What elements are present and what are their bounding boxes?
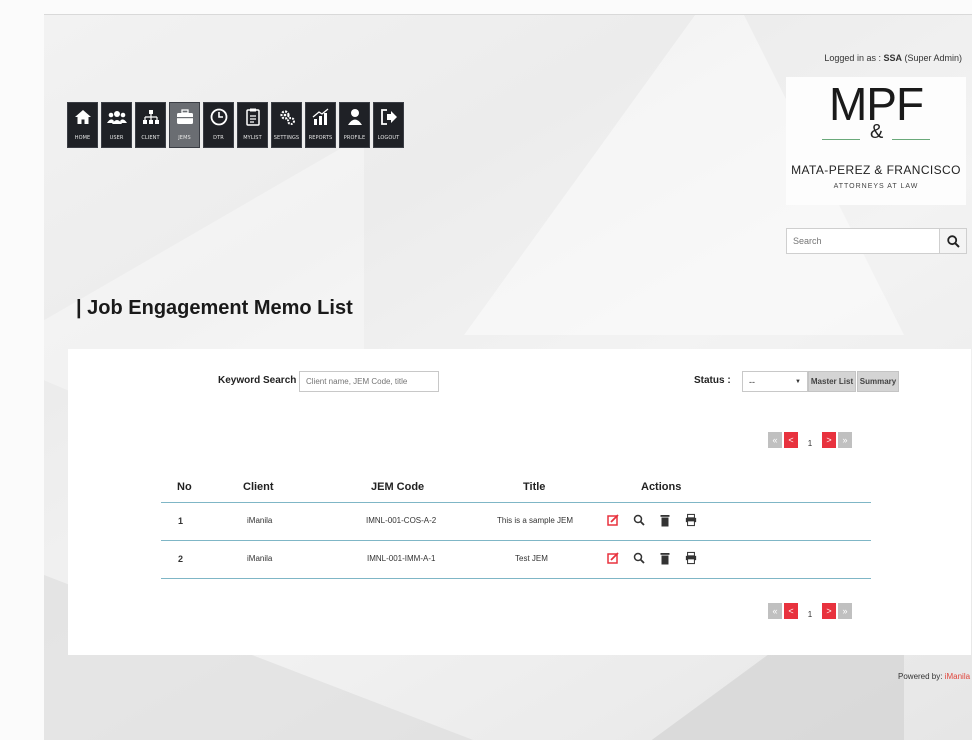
clipboard-icon	[237, 103, 268, 131]
nav-item-home[interactable]: HOME	[67, 102, 98, 148]
nav-item-user[interactable]: USER	[101, 102, 132, 148]
home-icon	[67, 103, 98, 131]
row-no: 1	[178, 516, 184, 526]
briefcase-icon	[169, 103, 200, 131]
prev-page-button[interactable]: <	[784, 603, 798, 619]
logged-role: (Super Admin)	[901, 53, 962, 63]
last-page-button[interactable]: »	[838, 432, 852, 448]
first-page-button[interactable]: «	[768, 432, 782, 448]
row-actions	[607, 551, 697, 565]
summary-button[interactable]: Summary	[857, 371, 899, 392]
main-nav: HOME USER CLIENT JEMS DTR MYLIST SETTING…	[67, 102, 404, 148]
nav-label: SETTINGS	[273, 135, 300, 141]
nav-label: PROFILE	[343, 135, 366, 141]
jem-table: No Client JEM Code Title Actions 1 iMani…	[161, 477, 871, 579]
bar-chart-icon	[305, 103, 336, 131]
prev-page-button[interactable]: <	[784, 432, 798, 448]
nav-item-dtr[interactable]: DTR	[203, 102, 234, 148]
table-row: 1 iManila IMNL-001-COS-A-2 This is a sam…	[161, 503, 871, 541]
next-page-button[interactable]: >	[822, 603, 836, 619]
logo-tagline: ATTORNEYS AT LAW	[833, 183, 919, 190]
firm-logo: MPF & MATA-PEREZ & FRANCISCO ATTORNEYS A…	[786, 77, 966, 205]
status-label: Status :	[694, 375, 731, 386]
nav-item-jems[interactable]: JEMS	[169, 102, 200, 148]
nav-label: CLIENT	[141, 135, 160, 141]
page-title: | Job Engagement Memo List	[76, 297, 353, 319]
pagination-top: « < 1 > »	[768, 432, 854, 448]
last-page-button[interactable]: »	[838, 603, 852, 619]
first-page-button[interactable]: «	[768, 603, 782, 619]
col-jem-code: JEM Code	[371, 481, 425, 493]
col-no: No	[177, 481, 192, 493]
powered-brand-link[interactable]: iManila	[945, 672, 970, 681]
current-page[interactable]: 1	[800, 604, 820, 619]
keyword-search-input[interactable]	[299, 371, 439, 392]
keyword-search-label: Keyword Search :	[218, 375, 303, 386]
master-list-button[interactable]: Master List	[808, 371, 856, 392]
logo-ampersand: &	[870, 121, 884, 143]
search-input[interactable]	[787, 229, 933, 253]
view-icon[interactable]	[633, 513, 645, 527]
logged-user: SSA	[883, 53, 902, 63]
users-icon	[101, 103, 132, 131]
pagination-bottom: « < 1 > »	[768, 603, 854, 619]
edit-icon[interactable]	[607, 513, 619, 527]
delete-icon[interactable]	[659, 551, 671, 565]
nav-label: MYLIST	[243, 135, 262, 141]
row-title: Test JEM	[515, 554, 548, 563]
row-client: iManila	[247, 516, 273, 525]
gears-icon	[271, 103, 302, 131]
nav-label: JEMS	[178, 135, 191, 141]
row-no: 2	[178, 554, 184, 564]
col-client: Client	[243, 481, 274, 493]
nav-label: REPORTS	[308, 135, 333, 141]
status-value: --	[749, 376, 755, 387]
logout-icon	[373, 103, 404, 131]
row-jem-code: IMNL-001-IMM-A-1	[367, 554, 436, 563]
table-header: No Client JEM Code Title Actions	[161, 477, 871, 503]
row-actions	[607, 513, 697, 527]
clock-icon	[203, 103, 234, 131]
logged-in-info: Logged in as : SSA (Super Admin)	[824, 53, 962, 63]
row-title: This is a sample JEM	[497, 516, 574, 525]
jem-list-panel: Keyword Search : Status : -- ▼ Master Li…	[68, 349, 971, 655]
nav-item-profile[interactable]: PROFILE	[339, 102, 370, 148]
col-title: Title	[523, 481, 546, 493]
nav-item-settings[interactable]: SETTINGS	[271, 102, 302, 148]
row-client: iManila	[247, 554, 273, 563]
nav-label: HOME	[74, 135, 91, 141]
dropdown-arrow-icon: ▼	[795, 378, 801, 385]
view-icon[interactable]	[633, 551, 645, 565]
nav-label: DTR	[213, 135, 224, 141]
status-select[interactable]: -- ▼	[742, 371, 808, 392]
current-page[interactable]: 1	[800, 433, 820, 448]
nav-label: USER	[109, 135, 124, 141]
nav-label: LOGOUT	[377, 135, 400, 141]
row-jem-code: IMNL-001-COS-A-2	[366, 516, 437, 525]
search-icon	[946, 234, 960, 248]
search-button[interactable]	[939, 229, 966, 253]
logo-firm-name: MATA-PEREZ & FRANCISCO	[791, 163, 961, 177]
org-chart-icon	[135, 103, 166, 131]
nav-item-reports[interactable]: REPORTS	[305, 102, 336, 148]
nav-item-client[interactable]: CLIENT	[135, 102, 166, 148]
global-search	[786, 228, 967, 254]
powered-prefix: Powered by:	[898, 672, 945, 681]
delete-icon[interactable]	[659, 513, 671, 527]
person-icon	[339, 103, 370, 131]
powered-by: Powered by: iManila	[898, 672, 970, 681]
logged-prefix: Logged in as :	[824, 53, 884, 63]
edit-icon[interactable]	[607, 551, 619, 565]
col-actions: Actions	[641, 481, 682, 493]
next-page-button[interactable]: >	[822, 432, 836, 448]
table-row: 2 iManila IMNL-001-IMM-A-1 Test JEM	[161, 541, 871, 579]
print-icon[interactable]	[685, 513, 697, 527]
nav-item-mylist[interactable]: MYLIST	[237, 102, 268, 148]
nav-item-logout[interactable]: LOGOUT	[373, 102, 404, 148]
print-icon[interactable]	[685, 551, 697, 565]
